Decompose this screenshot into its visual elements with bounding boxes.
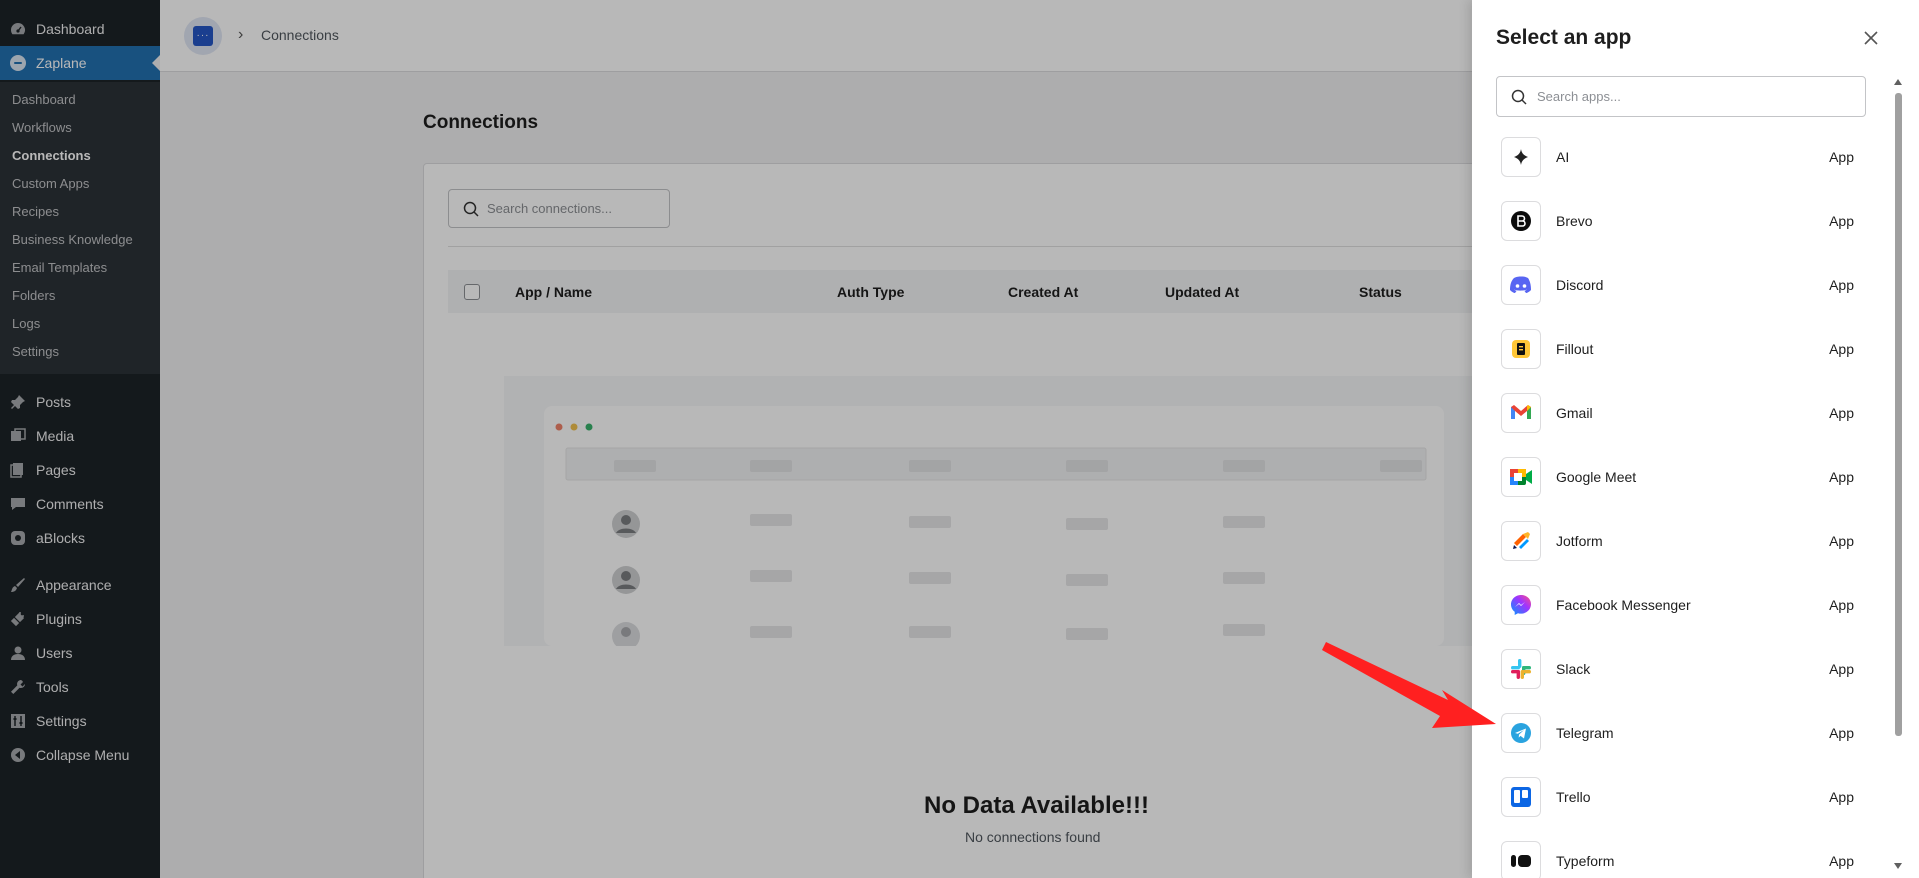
- fillout-icon: [1501, 329, 1541, 369]
- discord-icon: [1501, 265, 1541, 305]
- app-type-tag: App: [1829, 789, 1854, 805]
- annotation-arrow-icon: [1322, 642, 1496, 728]
- app-search-input[interactable]: [1537, 89, 1837, 104]
- app-name: Jotform: [1556, 533, 1603, 549]
- app-type-tag: App: [1829, 469, 1854, 485]
- close-button[interactable]: [1859, 26, 1883, 50]
- app-name: Google Meet: [1556, 469, 1637, 485]
- app-item-fillout[interactable]: Fillout App: [1496, 323, 1866, 377]
- app-item-facebook-messenger[interactable]: Facebook Messenger App: [1496, 579, 1866, 633]
- trello-icon: [1501, 777, 1541, 817]
- app-item-telegram[interactable]: Telegram App: [1496, 707, 1866, 761]
- gmail-icon: [1501, 393, 1541, 433]
- app-item-ai[interactable]: AI App: [1496, 131, 1866, 185]
- app-type-tag: App: [1829, 213, 1854, 229]
- app-name: Discord: [1556, 277, 1604, 293]
- app-item-trello[interactable]: Trello App: [1496, 771, 1866, 825]
- app-list: AI App Brevo App Discord App Fillout App: [1496, 131, 1866, 878]
- slack-icon: [1501, 649, 1541, 689]
- app-name: Typeform: [1556, 853, 1615, 869]
- telegram-icon: [1501, 713, 1541, 753]
- app-item-google-meet[interactable]: Google Meet App: [1496, 451, 1866, 505]
- app-type-tag: App: [1829, 597, 1854, 613]
- app-item-jotform[interactable]: Jotform App: [1496, 515, 1866, 569]
- drawer-title: Select an app: [1496, 26, 1632, 49]
- close-icon: [1864, 31, 1878, 45]
- scroll-up-arrow-icon[interactable]: [1892, 78, 1904, 90]
- app-name: Brevo: [1556, 213, 1593, 229]
- app-name: Slack: [1556, 661, 1591, 677]
- app-item-typeform[interactable]: Typeform App: [1496, 835, 1866, 878]
- app-type-tag: App: [1829, 661, 1854, 677]
- app-type-tag: App: [1829, 405, 1854, 421]
- app-type-tag: App: [1829, 853, 1854, 869]
- app-item-discord[interactable]: Discord App: [1496, 259, 1866, 313]
- brevo-icon: [1501, 201, 1541, 241]
- app-type-tag: App: [1829, 149, 1854, 165]
- app-item-slack[interactable]: Slack App: [1496, 643, 1866, 697]
- app-item-gmail[interactable]: Gmail App: [1496, 387, 1866, 441]
- select-app-drawer: Select an app AI App Brevo App: [1472, 0, 1919, 878]
- jotform-icon: [1501, 521, 1541, 561]
- messenger-icon: [1501, 585, 1541, 625]
- app-name: Facebook Messenger: [1556, 597, 1691, 613]
- google-meet-icon: [1501, 457, 1541, 497]
- app-type-tag: App: [1829, 533, 1854, 549]
- app-type-tag: App: [1829, 277, 1854, 293]
- app-name: Trello: [1556, 789, 1591, 805]
- app-name: Gmail: [1556, 405, 1593, 421]
- app-name: Telegram: [1556, 725, 1614, 741]
- app-type-tag: App: [1829, 341, 1854, 357]
- search-icon: [1511, 89, 1527, 105]
- app-item-brevo[interactable]: Brevo App: [1496, 195, 1866, 249]
- app-name: Fillout: [1556, 341, 1594, 357]
- scroll-down-arrow-icon[interactable]: [1892, 862, 1904, 874]
- app-type-tag: App: [1829, 725, 1854, 741]
- drawer-scrollbar-thumb[interactable]: [1895, 93, 1902, 736]
- app-search-box: [1496, 76, 1866, 117]
- sparkle-icon: [1501, 137, 1541, 177]
- typeform-icon: [1501, 841, 1541, 878]
- app-name: AI: [1556, 149, 1570, 165]
